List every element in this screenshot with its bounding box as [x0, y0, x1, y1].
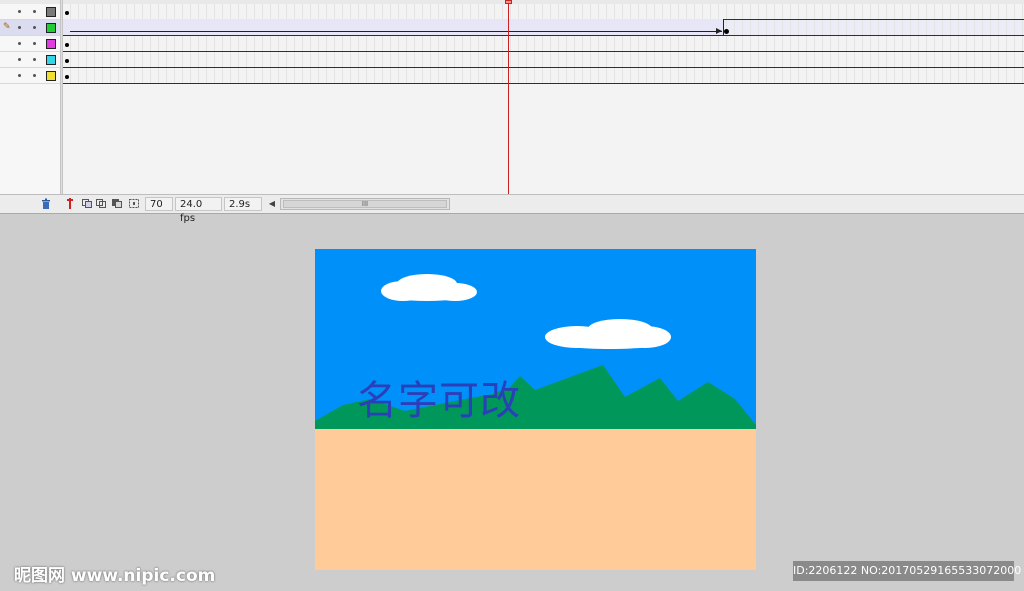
- trash-icon[interactable]: [41, 198, 51, 209]
- cloud-right: [545, 319, 671, 349]
- visibility-dot[interactable]: [18, 10, 21, 13]
- editable-name-text[interactable]: 名字可改: [357, 377, 521, 425]
- horizontal-scrollbar[interactable]: III: [280, 198, 450, 210]
- frame-row[interactable]: [63, 68, 1024, 84]
- layer-outline-swatch[interactable]: [46, 7, 56, 17]
- motion-tween-span[interactable]: [63, 19, 724, 35]
- layer-outline-swatch[interactable]: [46, 55, 56, 65]
- scrollbar-thumb[interactable]: III: [283, 200, 447, 208]
- tween-arrow-head: [716, 28, 722, 34]
- edit-multiple-frames-icon[interactable]: [112, 198, 122, 209]
- timeline-panel: ✎ 70 24.0 fps 2.9s ◀ III: [0, 0, 1024, 224]
- cloud-left: [381, 274, 477, 301]
- visibility-dot[interactable]: [18, 42, 21, 45]
- layer-row-active[interactable]: ✎: [0, 20, 60, 36]
- tween-arrow: [70, 31, 722, 32]
- ground-area: [315, 428, 756, 570]
- onion-skin-outlines-icon[interactable]: [96, 198, 106, 209]
- visibility-dot[interactable]: [18, 74, 21, 77]
- layer-outline-swatch[interactable]: [46, 39, 56, 49]
- layer-row[interactable]: [0, 4, 60, 20]
- lock-dot[interactable]: [33, 74, 36, 77]
- pencil-icon: ✎: [3, 22, 11, 32]
- layer-row[interactable]: [0, 52, 60, 68]
- frame-row[interactable]: [63, 52, 1024, 68]
- visibility-dot[interactable]: [18, 26, 21, 29]
- keyframe[interactable]: [65, 11, 69, 15]
- elapsed-time-field: 2.9s: [224, 197, 262, 211]
- center-frame-icon[interactable]: [65, 198, 75, 209]
- visibility-dot[interactable]: [18, 58, 21, 61]
- frame-row[interactable]: [63, 36, 1024, 52]
- nipic-watermark-logo: 昵图网 www.nipic.com: [14, 566, 216, 586]
- layer-outline-swatch[interactable]: [46, 23, 56, 33]
- modify-onion-markers-icon[interactable]: [129, 198, 139, 209]
- lock-dot[interactable]: [33, 26, 36, 29]
- tween-end-keyframe[interactable]: [724, 29, 729, 34]
- lock-dot[interactable]: [33, 42, 36, 45]
- timeline-statusbar: 70 24.0 fps 2.9s ◀ III: [0, 194, 1024, 224]
- image-id-watermark: ID:2206122 NO:20170529165533072000: [793, 561, 1021, 581]
- keyframe[interactable]: [65, 75, 69, 79]
- lock-dot[interactable]: [33, 10, 36, 13]
- frame-row[interactable]: [63, 4, 1024, 20]
- frame-rate-field[interactable]: 24.0 fps: [175, 197, 222, 224]
- layer-row[interactable]: [0, 36, 60, 52]
- keyframe[interactable]: [65, 43, 69, 47]
- layer-outline-swatch[interactable]: [46, 71, 56, 81]
- playhead-line[interactable]: [508, 0, 509, 195]
- lock-dot[interactable]: [33, 58, 36, 61]
- onion-skin-icon[interactable]: [82, 198, 92, 209]
- playhead-handle[interactable]: [505, 0, 512, 4]
- keyframe[interactable]: [65, 59, 69, 63]
- stage-canvas[interactable]: 名字可改: [315, 249, 756, 570]
- current-frame-field[interactable]: 70: [145, 197, 173, 211]
- layer-list: ✎: [0, 4, 61, 194]
- scroll-left-arrow-icon[interactable]: ◀: [266, 198, 278, 210]
- layer-row[interactable]: [0, 68, 60, 84]
